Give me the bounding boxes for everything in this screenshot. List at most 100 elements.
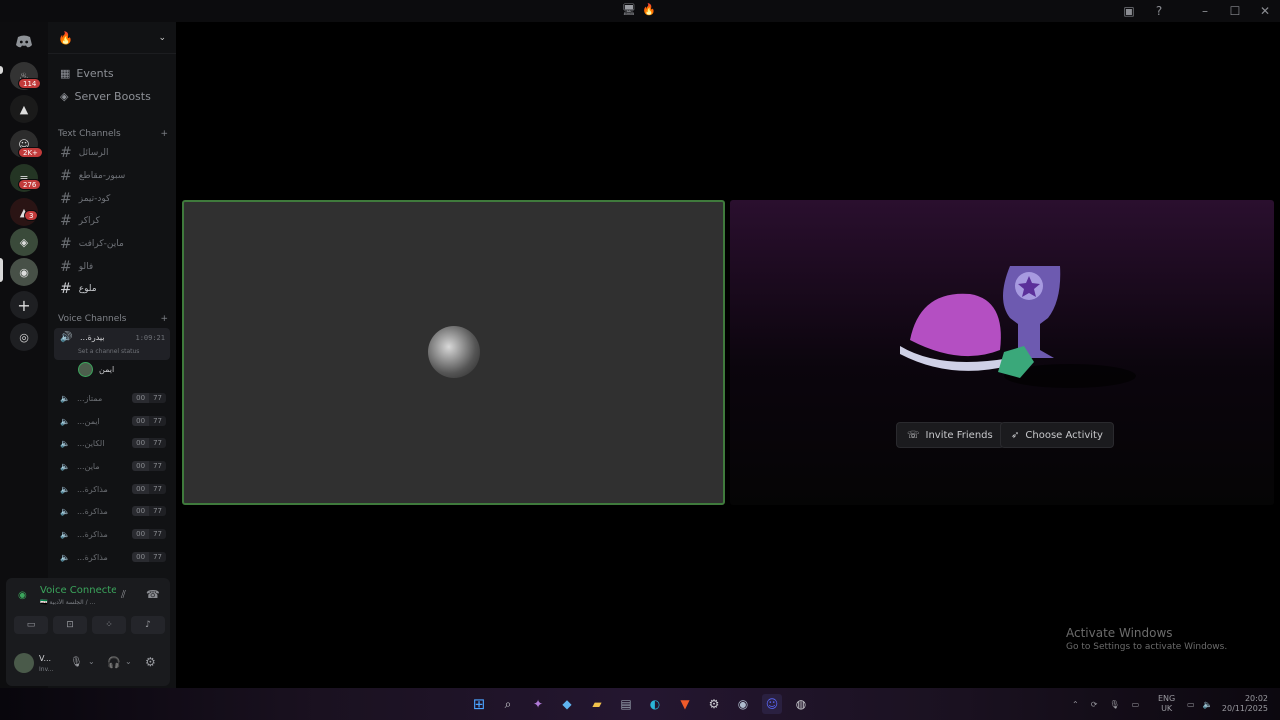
screen-share-button[interactable]: ⊡ xyxy=(53,616,87,634)
headset-icon[interactable]: 🎧 xyxy=(107,656,121,669)
server-icon[interactable]: ◈ xyxy=(10,228,38,256)
mention-badge: 114 xyxy=(18,78,42,89)
text-channel[interactable]: # كود-تيمز xyxy=(54,189,170,209)
avatar xyxy=(78,362,93,377)
voice-channel-path[interactable]: 🇸🇾 الجلسة الأدبية / ... xyxy=(40,599,114,606)
voice-channel[interactable]: 🔈 ...الكاين 00 77 xyxy=(54,433,170,453)
channel-name: ...مذاكرة xyxy=(76,506,108,516)
edge-icon[interactable]: ◐ xyxy=(645,694,665,714)
disconnect-icon[interactable]: ☎ xyxy=(146,588,160,601)
lang-code: ENG xyxy=(1158,694,1176,704)
clock[interactable]: 20:02 20/11/2025 xyxy=(1222,688,1268,720)
voice-channel[interactable]: 🔈 ...ماين 00 77 xyxy=(54,456,170,476)
channel-name: ...الكاين xyxy=(76,438,105,448)
voice-status[interactable]: Voice Connecte xyxy=(40,585,116,596)
close-button[interactable]: ✕ xyxy=(1250,0,1280,22)
volume-icon[interactable]: 🔈 xyxy=(1203,700,1213,709)
steam-icon[interactable]: ◉ xyxy=(733,694,753,714)
headset-chevron-icon[interactable]: ⌄ xyxy=(125,657,132,666)
text-channel[interactable]: # كراكر xyxy=(54,211,170,231)
category-label: Voice Channels xyxy=(58,314,127,324)
discord-home-icon[interactable] xyxy=(10,28,38,56)
display-icon[interactable]: ▭ xyxy=(1132,700,1140,709)
channel-name: الرسائل xyxy=(78,148,109,158)
invite-friends-button[interactable]: ☏ Invite Friends xyxy=(896,422,1004,448)
user-count: 00 77 xyxy=(132,506,170,516)
channel-name: ...ممتاز xyxy=(76,393,103,403)
avatar[interactable] xyxy=(14,653,34,673)
mic-chevron-icon[interactable]: ⌄ xyxy=(88,657,95,666)
voice-channels-category[interactable]: Voice Channels + xyxy=(58,314,168,324)
server-icon-selected[interactable]: ◉ xyxy=(10,258,38,286)
store-icon[interactable]: ▤ xyxy=(616,694,636,714)
soundboard-button[interactable]: ♪ xyxy=(131,616,165,634)
hash-icon: # xyxy=(60,168,72,184)
activity-button[interactable]: ⁘ xyxy=(92,616,126,634)
channel-name: ملوع xyxy=(78,284,97,294)
noise-suppression-icon[interactable]: ⫽ xyxy=(121,588,126,602)
channel-name: ...مذاكرة xyxy=(76,529,108,539)
text-channel[interactable]: # فالو xyxy=(54,257,170,277)
camera-button[interactable]: ▭ xyxy=(14,616,48,634)
game-icon[interactable]: ✦ xyxy=(528,694,548,714)
sync-icon[interactable]: ⟳ xyxy=(1091,700,1098,709)
speaker-icon: 🔈 xyxy=(60,461,70,471)
voice-channel[interactable]: 🔈 ...مذاكرة 00 77 xyxy=(54,524,170,544)
microphone-icon[interactable]: 🎙 xyxy=(70,657,83,668)
active-voice-channel[interactable]: 🔊 ...بيدرة 1:09:21 Set a channel status xyxy=(54,328,170,360)
language-indicator[interactable]: ENG UK xyxy=(1158,688,1175,720)
network-icon[interactable]: ▭ xyxy=(1187,700,1195,709)
text-channel[interactable]: # الرسائل xyxy=(54,143,170,163)
channel-status-input[interactable]: Set a channel status xyxy=(78,348,139,355)
copilot-icon[interactable]: ◆ xyxy=(557,694,577,714)
events-item[interactable]: ▦ Events xyxy=(54,63,170,83)
start-icon[interactable]: ⊞ xyxy=(469,694,489,714)
hash-icon: # xyxy=(60,191,72,207)
boost-icon: ◈ xyxy=(60,89,69,103)
search-icon[interactable]: ⌕ xyxy=(498,694,518,714)
signal-icon: ◉ xyxy=(18,590,27,601)
help-icon[interactable]: ? xyxy=(1144,0,1174,22)
maximize-button[interactable]: ☐ xyxy=(1220,0,1250,22)
choose-activity-button[interactable]: ➶ Choose Activity xyxy=(1000,422,1114,448)
voice-channel[interactable]: 🔈 ...ايمن 00 77 xyxy=(54,411,170,431)
channel-name: ماين-كرافت xyxy=(78,239,124,249)
settings-icon[interactable]: ⚙ xyxy=(145,655,156,669)
speaker-icon: 🔈 xyxy=(60,552,70,562)
server-icon[interactable]: ▲ xyxy=(10,95,38,123)
add-channel-icon[interactable]: + xyxy=(160,314,168,324)
text-channel-unread[interactable]: # ملوع xyxy=(54,279,170,299)
settings-icon[interactable]: ⚙ xyxy=(704,694,724,714)
text-channels-category[interactable]: Text Channels + xyxy=(58,129,168,139)
text-channel[interactable]: # ماين-كرافت xyxy=(54,234,170,254)
user-status: Inv... xyxy=(39,666,54,673)
discover-icon[interactable]: ◎ xyxy=(10,323,38,351)
participant-avatar xyxy=(428,326,480,378)
voice-channel[interactable]: 🔈 ...ممتاز 00 77 xyxy=(54,388,170,408)
user-count: 00 77 xyxy=(132,529,170,539)
voice-channel[interactable]: 🔈 ...مذاكرة 00 77 xyxy=(54,479,170,499)
activity-illustration xyxy=(900,266,1136,388)
brave-icon[interactable]: ▼ xyxy=(675,694,695,714)
microphone-icon[interactable]: 🎙 xyxy=(1109,700,1119,709)
boosts-item[interactable]: ◈ Server Boosts xyxy=(54,86,170,106)
app-icon[interactable]: ◍ xyxy=(791,694,811,714)
voice-member[interactable]: ايمن xyxy=(78,362,114,377)
voice-channel[interactable]: 🔈 ...مذاكرة 00 77 xyxy=(54,501,170,521)
user-count: 00 77 xyxy=(132,416,170,426)
rocket-icon: ➶ xyxy=(1011,429,1020,441)
folder-icon[interactable]: ▰ xyxy=(587,694,607,714)
text-channel[interactable]: # سبور-مقاطع xyxy=(54,166,170,186)
server-header[interactable]: 🔥 ⌄ xyxy=(48,22,176,54)
add-server-icon[interactable]: + xyxy=(10,291,38,319)
discord-icon[interactable]: ☺ xyxy=(762,694,782,714)
voice-channel-name: ...بيدرة xyxy=(80,333,105,342)
speaker-icon: 🔈 xyxy=(60,393,70,403)
voice-channel[interactable]: 🔈 ...مذاكرة 00 77 xyxy=(54,547,170,567)
participant-tile-speaking[interactable] xyxy=(182,200,725,505)
add-channel-icon[interactable]: + xyxy=(160,129,168,139)
inbox-icon[interactable]: ▣ xyxy=(1114,0,1144,22)
taskbar: ⊞ ⌕ ✦ ◆ ▰ ▤ ◐ ▼ ⚙ ◉ ☺ ◍ ⌃ ⟳ 🎙 ▭ ENG UK ▭… xyxy=(0,688,1280,720)
minimize-button[interactable]: – xyxy=(1190,0,1220,22)
chevron-up-icon[interactable]: ⌃ xyxy=(1072,700,1079,709)
